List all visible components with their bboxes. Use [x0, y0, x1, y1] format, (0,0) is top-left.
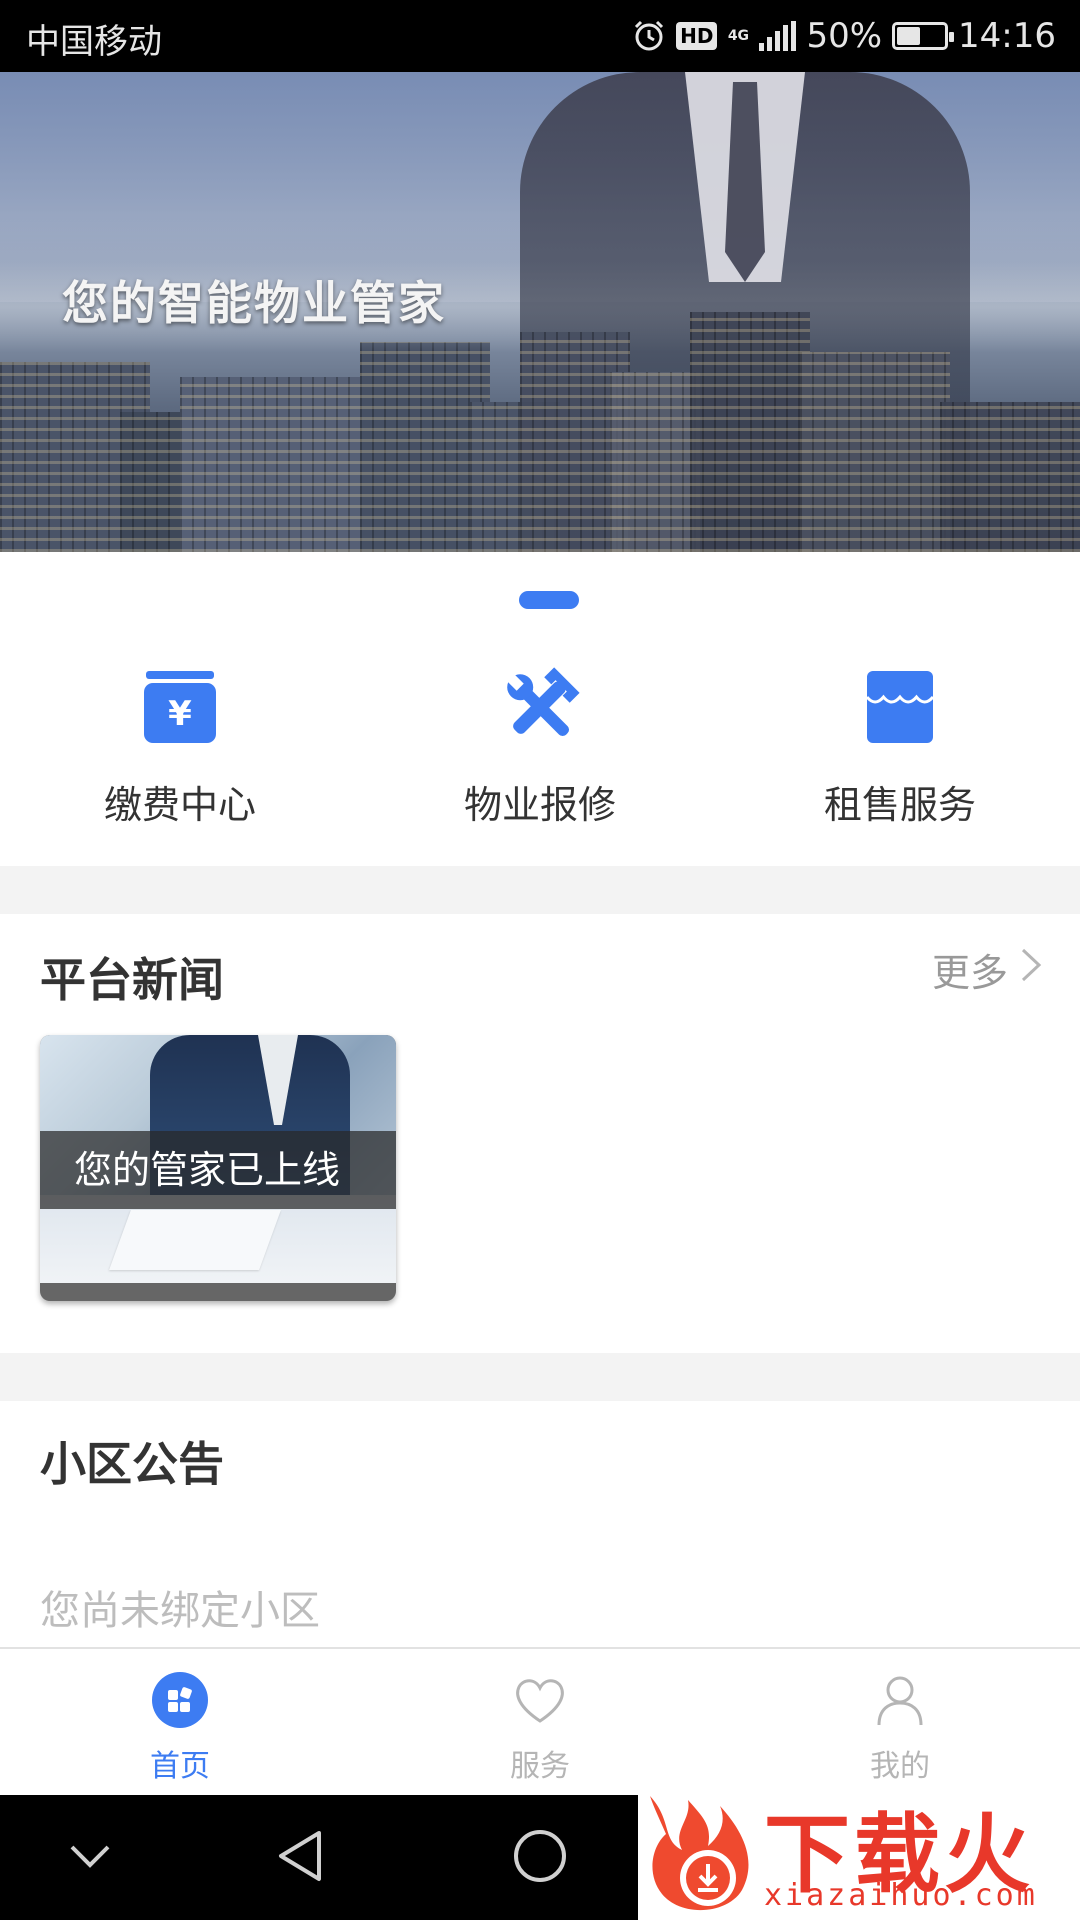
heart-icon	[511, 1671, 569, 1733]
store-icon	[855, 662, 945, 752]
chevron-right-icon	[1020, 947, 1042, 992]
bottom-tab-bar: 首页 服务 我的	[0, 1647, 1080, 1795]
section-divider	[0, 866, 1080, 914]
user-icon	[871, 1671, 929, 1733]
home-icon	[151, 1671, 209, 1733]
carrier-name: 中国移动	[26, 22, 162, 62]
alarm-icon	[632, 19, 666, 53]
section-divider	[0, 1353, 1080, 1401]
nav-hide-button[interactable]	[55, 1823, 125, 1893]
signal-icon	[759, 21, 797, 51]
quick-entry-repair[interactable]: 物业报修	[360, 640, 720, 860]
notice-section-title: 小区公告	[40, 1437, 224, 1491]
more-label: 更多	[931, 951, 1008, 995]
battery-percent: 50%	[806, 16, 883, 56]
nav-home-button[interactable]	[505, 1823, 575, 1893]
carousel-indicator	[519, 591, 579, 609]
network-type: 4G	[727, 28, 750, 44]
watermark: 下载火 xiazaihuo.com	[638, 1786, 1080, 1920]
notice-empty-text: 您尚未绑定小区	[40, 1588, 320, 1634]
payment-icon: ¥	[135, 662, 225, 752]
tab-mine[interactable]: 我的	[720, 1649, 1080, 1795]
battery-icon	[892, 22, 955, 50]
watermark-url: xiazaihuo.com	[764, 1878, 1038, 1913]
building	[610, 372, 700, 552]
building	[180, 377, 380, 552]
building	[940, 402, 1080, 552]
quick-entry-label: 物业报修	[463, 783, 616, 827]
back-triangle-icon	[275, 1829, 325, 1887]
quick-entry-label: 租售服务	[823, 783, 976, 827]
tab-services[interactable]: 服务	[360, 1649, 720, 1795]
hd-badge: HD	[676, 22, 718, 50]
news-section-title: 平台新闻	[40, 953, 224, 1007]
news-card[interactable]: 您的管家已上线	[40, 1035, 396, 1301]
tab-label: 首页	[150, 1749, 210, 1784]
building	[800, 352, 950, 552]
news-image-paper	[109, 1210, 281, 1270]
home-circle-icon	[512, 1828, 568, 1888]
status-icons: HD 4G 50% 14:16	[632, 12, 1056, 60]
clock: 14:16	[958, 16, 1056, 56]
quick-entries: ¥ 缴费中心 物业报修 租售服务	[0, 640, 1080, 860]
quick-entry-label: 缴费中心	[103, 783, 256, 827]
tab-home[interactable]: 首页	[0, 1649, 360, 1795]
banner-slogan: 您的智能物业管家	[62, 276, 446, 330]
news-caption: 您的管家已上线	[40, 1131, 396, 1209]
chevron-down-icon	[68, 1841, 112, 1875]
tab-label: 我的	[870, 1749, 930, 1784]
banner-carousel[interactable]: 您的智能物业管家	[0, 72, 1080, 552]
repair-icon	[495, 662, 585, 752]
nav-back-button[interactable]	[265, 1823, 335, 1893]
tab-label: 服务	[510, 1749, 570, 1784]
svg-text:¥: ¥	[168, 694, 192, 734]
quick-entry-rental[interactable]: 租售服务	[720, 640, 1080, 860]
building	[690, 312, 810, 552]
status-bar: 中国移动 HD 4G 50% 14:16	[0, 0, 1080, 72]
battery-level	[897, 27, 921, 45]
watermark-logo-icon	[642, 1790, 766, 1920]
news-more-link[interactable]: 更多	[932, 942, 1042, 997]
quick-entry-payment[interactable]: ¥ 缴费中心	[0, 640, 360, 860]
